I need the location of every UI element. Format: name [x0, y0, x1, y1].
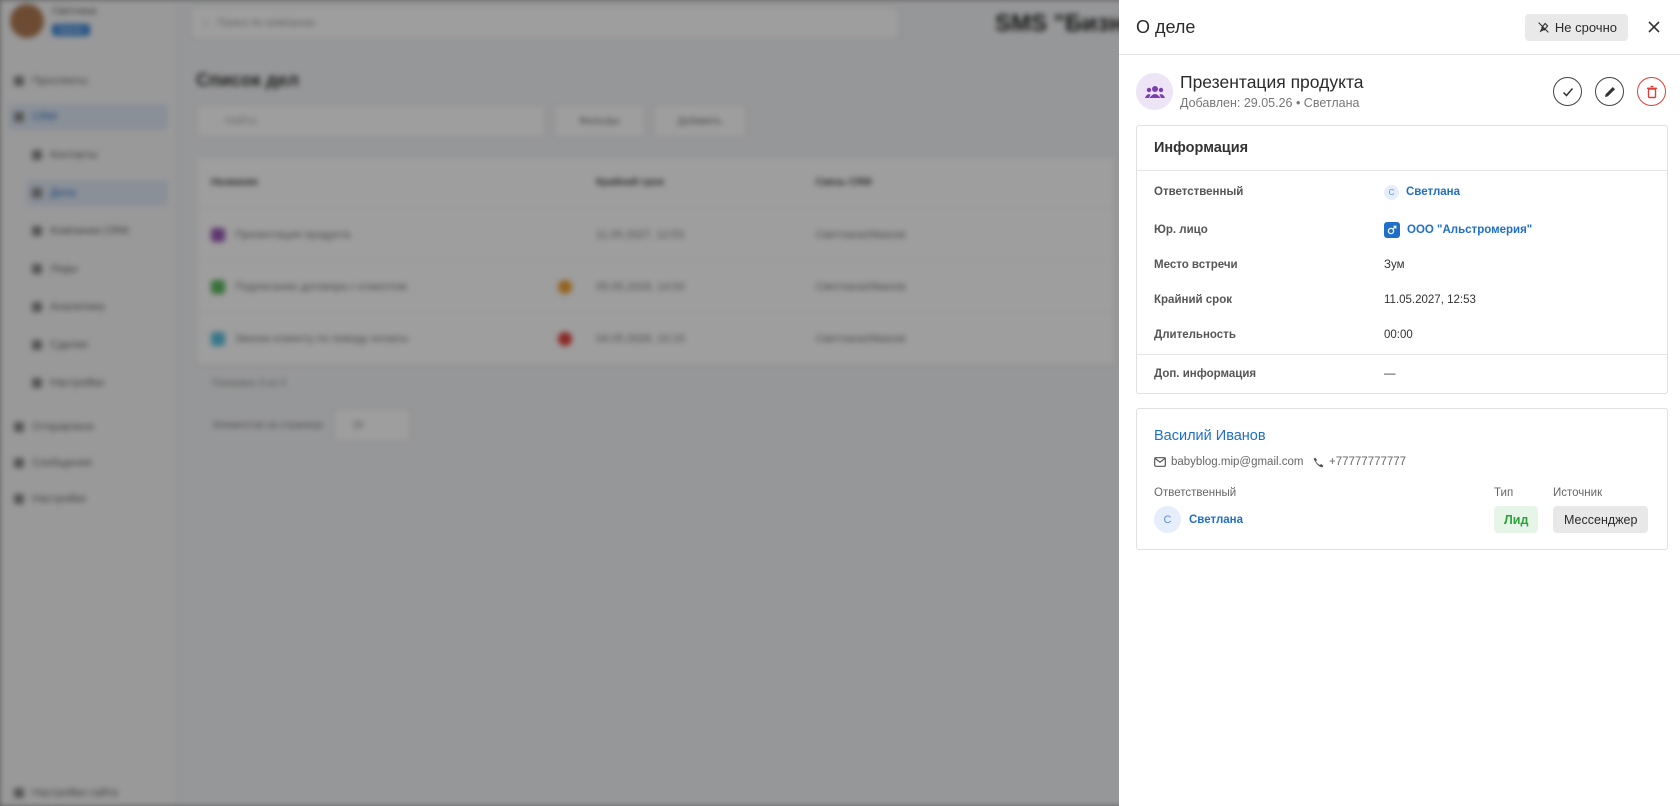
contact-card: Василий Иванов babyblog.mip@gmail.com +7… [1136, 408, 1668, 550]
info-row-deadline: Крайний срок 11.05.2027, 12:53 [1154, 294, 1476, 306]
contact-source-badge: Мессенджер [1553, 506, 1649, 533]
info-row-duration: Длительность 00:00 [1154, 329, 1413, 341]
organization-icon [1384, 222, 1400, 238]
drawer-title: О деле [1136, 16, 1196, 37]
task-meta: Добавлен: 29.05.26 • Светлана [1180, 96, 1360, 110]
drawer-header: О деле Не срочно [1119, 0, 1680, 55]
contact-source-label: Источник [1553, 487, 1603, 499]
organization-link[interactable]: ООО "Альстромерия" [1384, 222, 1532, 238]
trash-icon [1646, 85, 1657, 98]
contact-responsible-link[interactable]: С Светлана [1154, 506, 1243, 533]
contact-type-badge: Лид [1494, 506, 1539, 533]
extra-value: — [1384, 368, 1396, 380]
contact-responsible-label: Ответственный [1154, 487, 1237, 499]
pencil-icon [1604, 86, 1615, 97]
complete-task-button[interactable] [1553, 77, 1582, 106]
close-icon [1648, 21, 1660, 33]
responsible-link[interactable]: С Светлана [1384, 184, 1460, 200]
contact-name-link[interactable]: Василий Иванов [1154, 428, 1266, 444]
phone-icon [1313, 457, 1324, 467]
info-row-place: Место встречи Зум [1154, 259, 1405, 271]
delete-task-button[interactable] [1637, 77, 1666, 106]
info-row-responsible: Ответственный С Светлана [1154, 184, 1460, 200]
urgency-label: Не срочно [1554, 19, 1617, 35]
not-urgent-icon [1538, 21, 1549, 33]
check-icon [1562, 87, 1573, 97]
info-row-extra: Доп. информация — [1154, 368, 1396, 380]
urgency-toggle-button[interactable]: Не срочно [1524, 13, 1628, 41]
avatar: С [1154, 506, 1181, 533]
task-title: Презентация продукта [1180, 72, 1364, 92]
edit-task-button[interactable] [1595, 77, 1624, 106]
contact-email[interactable]: babyblog.mip@gmail.com [1154, 456, 1303, 468]
contact-phone[interactable]: +77777777777 [1313, 456, 1406, 468]
info-row-organization: Юр. лицо ООО "Альстромерия" [1154, 222, 1533, 238]
deadline-value: 11.05.2027, 12:53 [1384, 294, 1476, 306]
info-heading: Информация [1137, 126, 1667, 171]
divider [1137, 354, 1667, 355]
task-summary: Презентация продукта Добавлен: 29.05.26 … [1136, 72, 1666, 112]
close-button[interactable] [1644, 17, 1664, 37]
avatar: С [1384, 184, 1399, 200]
meeting-icon [1136, 73, 1173, 110]
place-value: Зум [1384, 259, 1405, 271]
mail-icon [1154, 457, 1166, 467]
task-details-drawer: О деле Не срочно Презентация продукта До… [1119, 0, 1680, 806]
contact-type-label: Тип [1494, 487, 1514, 499]
duration-value: 00:00 [1384, 329, 1413, 341]
info-card: Информация Ответственный С Светлана Юр. … [1136, 125, 1668, 394]
